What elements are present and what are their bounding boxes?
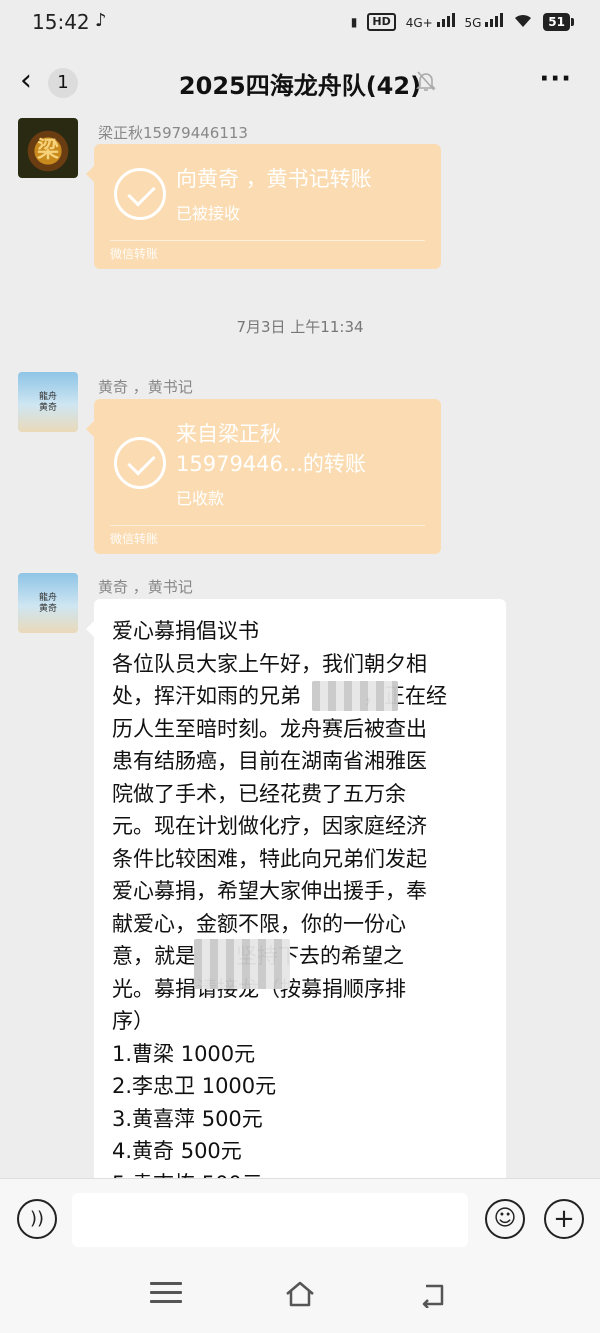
message-line: 意，就是 坚持下去的希望之 [112, 944, 404, 968]
avatar[interactable]: 龍舟 黄奇 [18, 372, 78, 432]
message-line: 献爱心，金额不限，你的一份心 [112, 911, 406, 936]
transfer-title: 向黄奇 ，黄书记转账 [176, 167, 372, 191]
emoji-button[interactable]: ☺ [485, 1199, 525, 1239]
message-input[interactable] [72, 1193, 468, 1247]
check-circle-icon [114, 437, 166, 489]
message-timestamp: 7月3日 上午11:34 [236, 318, 364, 336]
hd-badge: HD [367, 12, 396, 31]
input-bar: )) ☺ + [0, 1178, 600, 1260]
message-line: 4.黄奇 500元 [112, 1139, 242, 1163]
signal-4g-icon: 4G+ [406, 13, 455, 30]
status-icons: ▮ HD 4G+ 5G 51 [350, 12, 574, 31]
message-line: 光。募捐请接龙（按募捐顺序排 [112, 973, 488, 1006]
voice-input-button[interactable]: )) [17, 1199, 57, 1239]
message-line: 院做了手术，已经花费了五万余 [112, 781, 406, 806]
message-line: 元。现在计划做化疗，因家庭经济 [112, 814, 427, 838]
message-line: 条件比较困难，特此向兄弟们发起 [112, 846, 427, 871]
transfer-title: 15979446...的转账 [176, 452, 366, 476]
chat-title: 2025四海龙舟队(42) [178, 72, 422, 100]
transfer-footer: 微信转账 [110, 247, 159, 261]
wifi-icon [513, 12, 533, 31]
transfer-status: 已被接收 [176, 204, 241, 223]
mute-bell-icon [416, 70, 436, 92]
sender-name: 梁正秋15979446113 [98, 124, 248, 142]
sender-name: 黄奇 ，黄书记 [98, 378, 193, 396]
message-line: 5.袁志栋 500元 [112, 1168, 488, 1179]
system-navigation-bar [0, 1260, 600, 1333]
vibrate-icon: ▮ [350, 14, 358, 29]
message-line: 3.黄喜萍 500元 [112, 1106, 263, 1131]
back-icon[interactable] [418, 1282, 448, 1309]
signal-5g-icon: 5G [465, 13, 504, 30]
recent-apps-icon[interactable] [150, 1282, 182, 1306]
message-line: 历人生至暗时刻。龙舟赛后被查出 [112, 716, 427, 741]
message-line: 处，挥汗如雨的兄弟 ，正在经 [112, 684, 447, 708]
home-icon[interactable] [284, 1280, 316, 1308]
message-line: 爱心募捐倡议书 [112, 619, 259, 643]
message-line: 爱心募捐，希望大家伸出援手，奉 [112, 879, 427, 903]
sender-name: 黄奇 ，黄书记 [98, 578, 193, 596]
chat-header: ‹ 1 2025四海龙舟队(42) ··· [0, 48, 600, 118]
message-line: 患有结肠癌，目前在湖南省湘雅医 [112, 749, 427, 773]
message-line: 2.李忠卫 1000元 [112, 1074, 277, 1098]
transfer-status: 已收款 [176, 489, 225, 508]
divider [110, 525, 425, 526]
transfer-title: 来自梁正秋 [176, 422, 281, 446]
status-bar: 15:42 ♪ ▮ HD 4G+ 5G 51 [0, 0, 600, 48]
message-line: 各位队员大家上午好，我们朝夕相 [112, 651, 427, 676]
message-list[interactable]: 梁 梁正秋15979446113 向黄奇 ，黄书记转账 已被接收 微信转账 7月… [0, 118, 600, 1178]
avatar[interactable]: 龍舟 黄奇 [18, 573, 78, 633]
check-circle-icon [114, 168, 166, 220]
more-options-icon[interactable]: ··· [539, 66, 572, 92]
tiktok-icon: ♪ [95, 10, 107, 31]
redaction-mosaic [312, 681, 398, 711]
message-line: 1.曹梁 1000元 [112, 1041, 256, 1066]
transfer-footer: 微信转账 [110, 532, 159, 546]
message-line: 序） [112, 1009, 154, 1033]
more-functions-button[interactable]: + [544, 1199, 584, 1239]
clock: 15:42 [32, 10, 90, 34]
divider [110, 240, 425, 241]
transfer-card[interactable]: 来自梁正秋 15979446...的转账 已收款 微信转账 [86, 399, 441, 554]
text-message-bubble[interactable]: 爱心募捐倡议书 各位队员大家上午好，我们朝夕相 处，挥汗如雨的兄弟 ，正在经 历人… [86, 599, 506, 1179]
avatar[interactable]: 梁 [18, 118, 78, 178]
battery-icon: 51 [543, 12, 574, 31]
redaction-mosaic [194, 939, 290, 989]
transfer-card[interactable]: 向黄奇 ，黄书记转账 已被接收 微信转账 [86, 144, 441, 269]
